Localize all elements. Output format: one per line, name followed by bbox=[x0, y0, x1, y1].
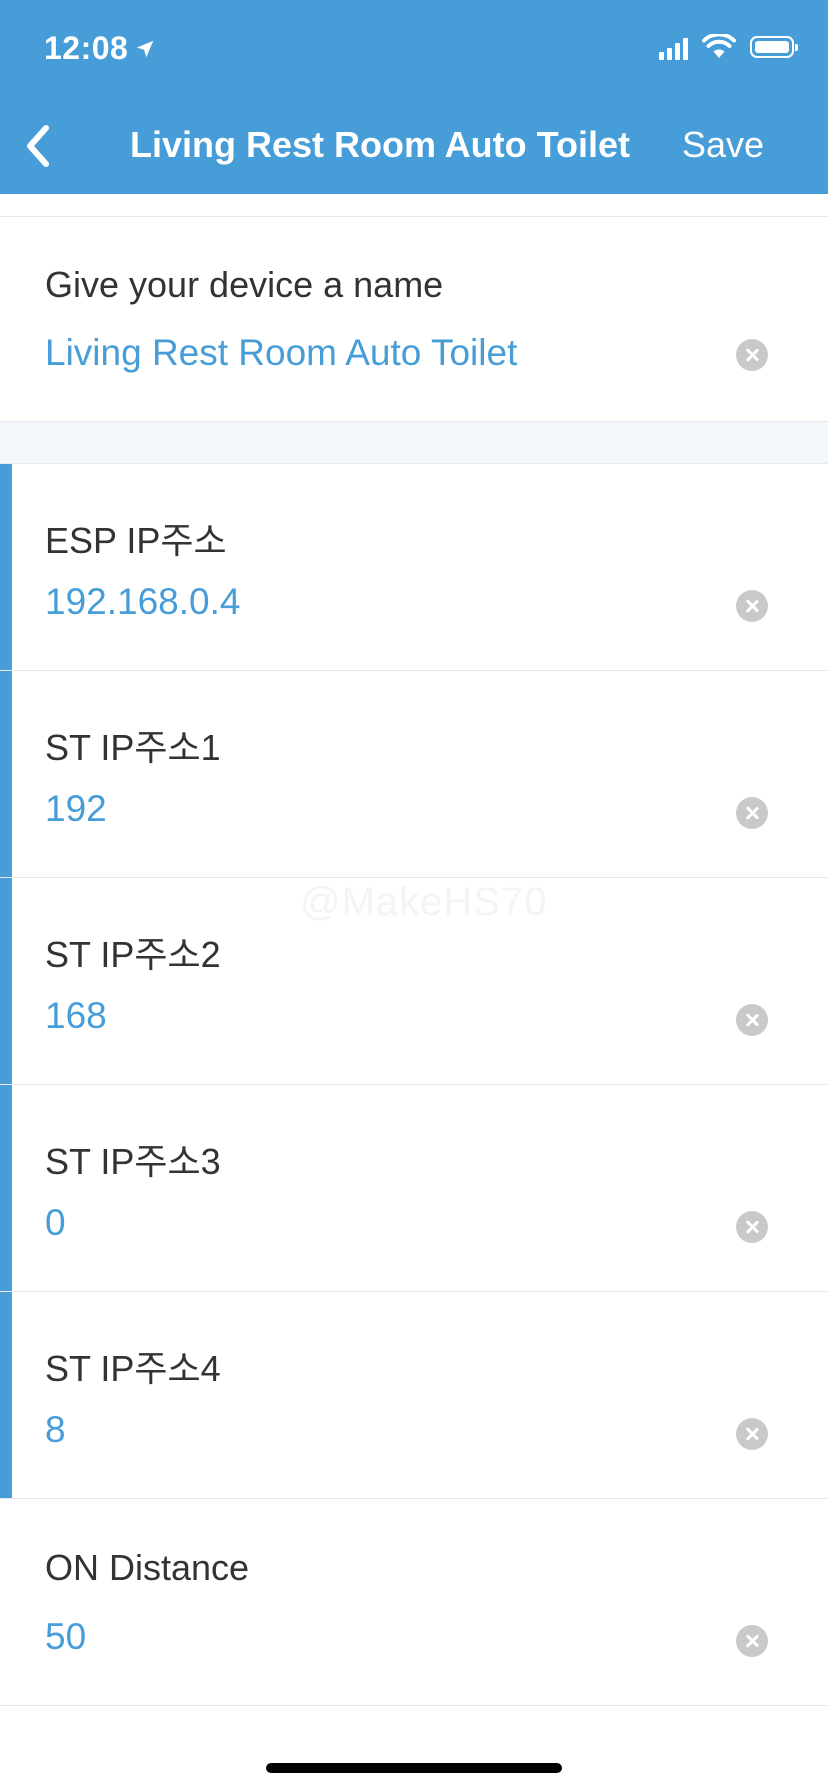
cellular-signal-icon bbox=[659, 34, 688, 60]
field-label: ST IP주소1 bbox=[45, 727, 221, 768]
page-title: Living Rest Room Auto Toilet bbox=[130, 124, 630, 165]
active-accent-bar bbox=[0, 671, 12, 877]
clear-icon[interactable] bbox=[736, 1625, 768, 1657]
battery-icon bbox=[750, 36, 798, 58]
active-accent-bar bbox=[0, 1292, 12, 1498]
location-arrow-icon bbox=[137, 40, 154, 57]
back-chevron-icon[interactable] bbox=[18, 118, 58, 174]
section-divider bbox=[0, 422, 828, 464]
st-ip2-input[interactable] bbox=[45, 995, 705, 1037]
active-accent-bar bbox=[0, 1085, 12, 1291]
wifi-icon bbox=[702, 34, 736, 58]
st-ip3-input[interactable] bbox=[45, 1202, 705, 1244]
active-accent-bar bbox=[0, 878, 12, 1084]
st-ip1-input[interactable] bbox=[45, 788, 705, 830]
esp-ip-field: ESP IP주소 bbox=[0, 464, 828, 671]
home-indicator[interactable] bbox=[266, 1763, 562, 1773]
field-label: ESP IP주소 bbox=[45, 520, 227, 561]
app-header: 12:08 Living Rest Room Auto Toilet Save bbox=[0, 0, 828, 194]
status-icons bbox=[659, 34, 798, 60]
st-ip3-field: ST IP주소3 bbox=[0, 1085, 828, 1292]
on-distance-input[interactable] bbox=[45, 1616, 705, 1658]
clear-icon[interactable] bbox=[736, 339, 768, 371]
clear-icon[interactable] bbox=[736, 590, 768, 622]
field-label: ST IP주소3 bbox=[45, 1141, 221, 1182]
device-name-field: Give your device a name bbox=[0, 216, 828, 422]
device-name-label: Give your device a name bbox=[45, 264, 444, 305]
save-button[interactable]: Save bbox=[682, 124, 764, 166]
device-name-input[interactable] bbox=[45, 332, 705, 374]
active-accent-bar bbox=[0, 464, 12, 670]
clear-icon[interactable] bbox=[736, 797, 768, 829]
st-ip1-field: ST IP주소1 bbox=[0, 671, 828, 878]
field-label: ST IP주소2 bbox=[45, 934, 221, 975]
clear-icon[interactable] bbox=[736, 1418, 768, 1450]
clear-icon[interactable] bbox=[736, 1004, 768, 1036]
esp-ip-input[interactable] bbox=[45, 581, 705, 623]
status-bar-time: 12:08 bbox=[44, 30, 156, 67]
settings-list: ESP IP주소 ST IP주소1 ST IP주소2 ST IP주소3 ST I… bbox=[0, 464, 828, 1706]
field-label: ST IP주소4 bbox=[45, 1348, 221, 1389]
st-ip4-input[interactable] bbox=[45, 1409, 705, 1451]
st-ip4-field: ST IP주소4 bbox=[0, 1292, 828, 1499]
on-distance-field: ON Distance bbox=[0, 1499, 828, 1706]
st-ip2-field: ST IP주소2 bbox=[0, 878, 828, 1085]
field-label: ON Distance bbox=[45, 1547, 250, 1588]
time-label: 12:08 bbox=[44, 30, 129, 66]
clear-icon[interactable] bbox=[736, 1211, 768, 1243]
